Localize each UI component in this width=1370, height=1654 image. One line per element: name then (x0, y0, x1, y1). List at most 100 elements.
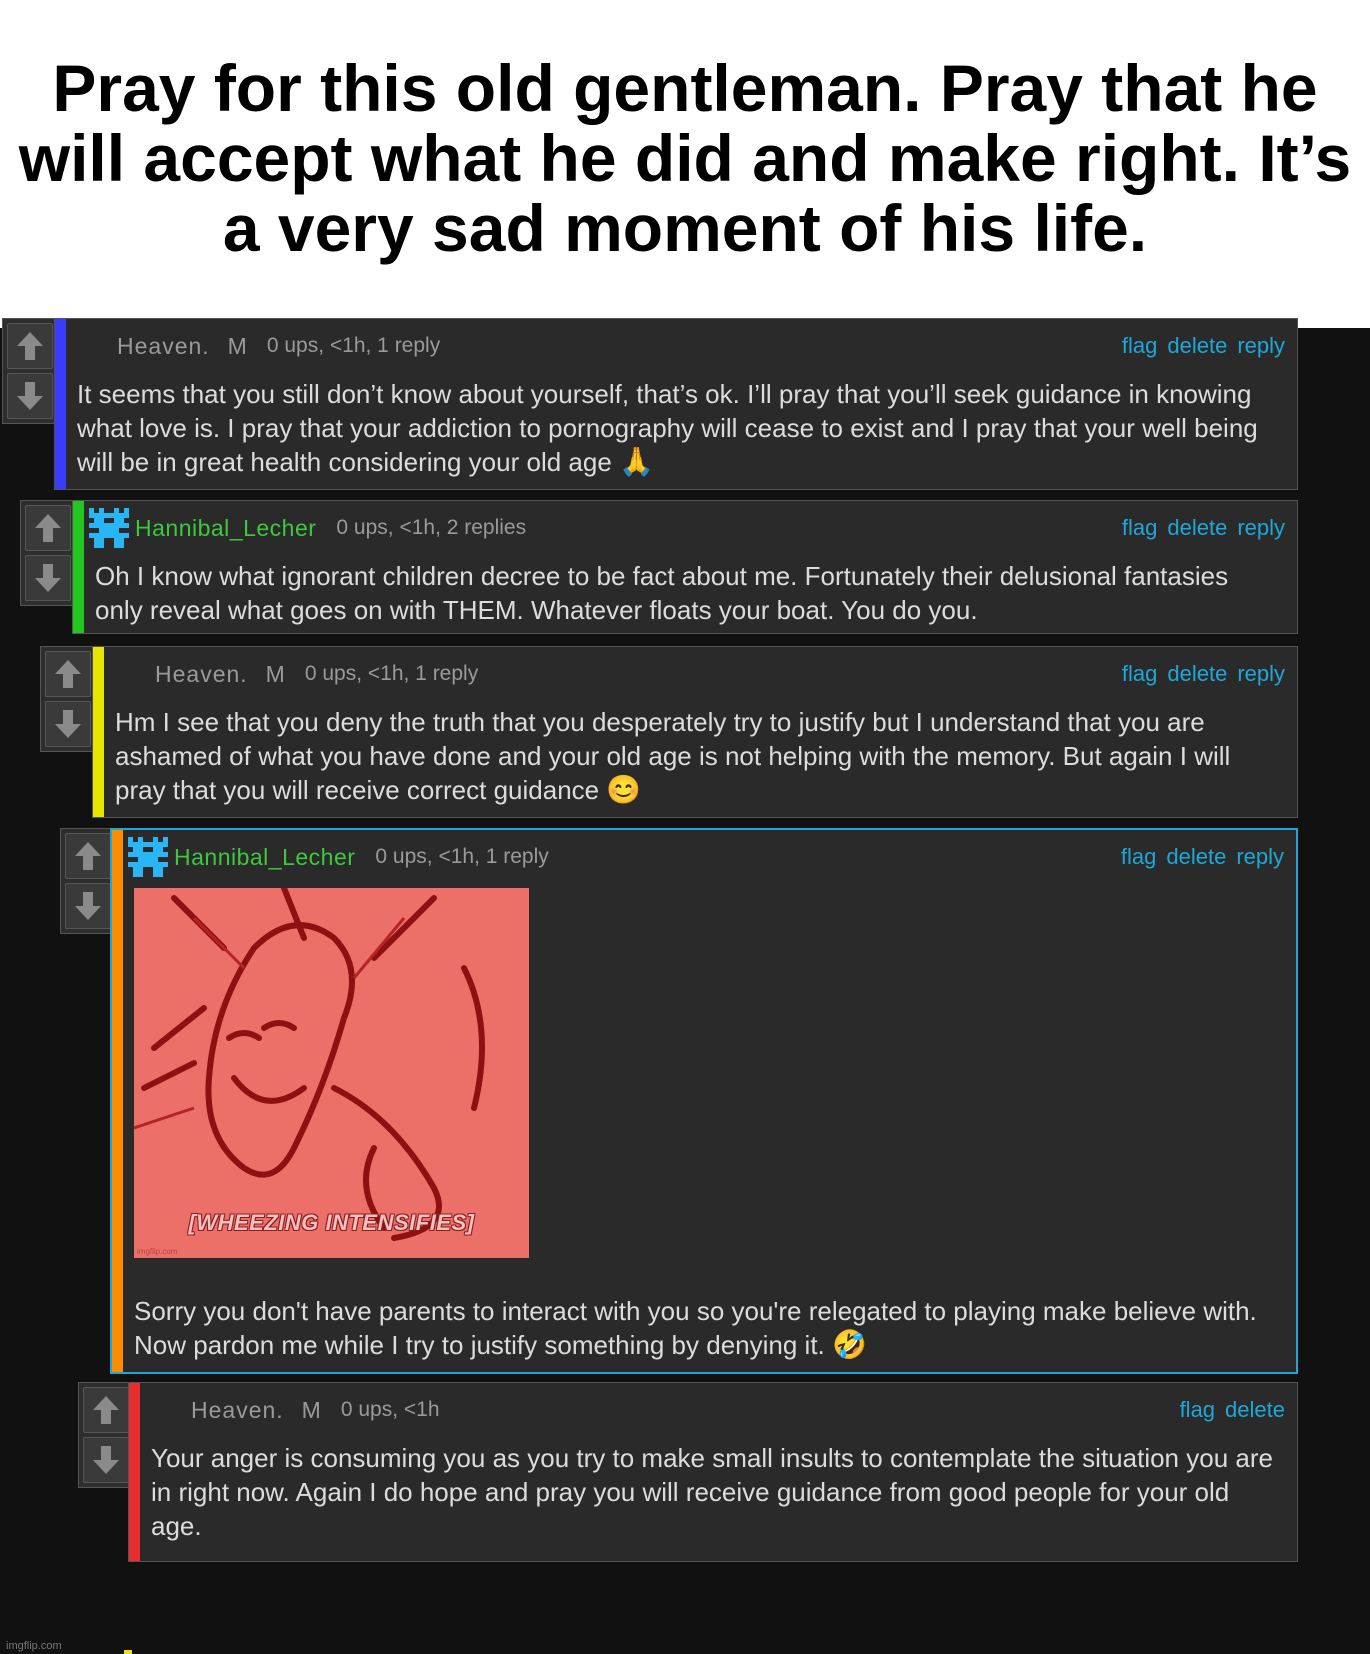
comment-body: Hm I see that you deny the truth that yo… (115, 707, 1231, 805)
comment-box: Heaven. M 0 ups, <1h, 1 reply flag delet… (92, 646, 1298, 818)
vote-controls (20, 500, 76, 606)
comment-meta: 0 ups, <1h, 1 reply (266, 334, 441, 357)
thread-depth-bar (73, 501, 84, 633)
flag-link[interactable]: flag (1121, 844, 1156, 870)
pixel-avatar-icon[interactable] (89, 508, 129, 548)
comment-text: It seems that you still don’t know about… (77, 377, 1281, 479)
reply-link[interactable]: reply (1237, 333, 1285, 359)
comment-body: Oh I know what ignorant children decree … (95, 561, 1229, 625)
username[interactable]: Heaven. (155, 661, 248, 688)
arrow-up-icon (93, 1396, 119, 1424)
upvote-button[interactable] (83, 1387, 129, 1433)
upvote-button[interactable] (7, 323, 53, 369)
downvote-button[interactable] (65, 883, 111, 929)
meme-image-watermark: imgflip.com (137, 1247, 178, 1256)
delete-link[interactable]: delete (1166, 844, 1226, 870)
arrow-down-icon (17, 382, 43, 410)
meme-image[interactable]: [WHEEZING INTENSIFIES] imgflip.com (134, 888, 529, 1258)
vote-controls (60, 828, 116, 934)
upvote-button[interactable] (45, 651, 91, 697)
downvote-button[interactable] (7, 373, 53, 419)
praying-hands-icon: 🙏 (619, 446, 654, 477)
next-comment-depth-bar (124, 1650, 132, 1654)
downvote-button[interactable] (83, 1437, 129, 1483)
arrow-up-icon (35, 514, 61, 542)
comment-actions: flag delete reply (1122, 515, 1285, 541)
comment-actions: flag delete reply (1122, 661, 1285, 687)
flag-link[interactable]: flag (1122, 661, 1157, 687)
comment-1: Heaven. M 0 ups, <1h, 1 reply flag delet… (2, 318, 1298, 490)
meme-caption-area: Pray for this old gentleman. Pray that h… (0, 0, 1370, 330)
comment-meta: 0 ups, <1h, 1 reply (375, 845, 549, 868)
smiling-face-icon: 😊 (606, 774, 642, 805)
arrow-down-icon (93, 1446, 119, 1474)
comment-text: Hm I see that you deny the truth that yo… (115, 705, 1281, 807)
comment-box: Heaven. M 0 ups, <1h, 1 reply flag delet… (54, 318, 1298, 490)
downvote-button[interactable] (45, 701, 91, 747)
comment-text: Your anger is consuming you as you try t… (151, 1441, 1281, 1543)
vote-controls (2, 318, 58, 424)
comment-box: Heaven. M 0 ups, <1h flag delete Your an… (128, 1382, 1298, 1562)
comment-thread: Heaven. M 0 ups, <1h, 1 reply flag delet… (0, 318, 1370, 1654)
rolling-laughing-icon: 🤣 (832, 1329, 867, 1360)
username[interactable]: Heaven. (117, 333, 210, 360)
comment-box-selected: Hannibal_Lecher 0 ups, <1h, 1 reply flag… (110, 828, 1298, 1374)
comment-body: It seems that you still don’t know about… (77, 379, 1258, 477)
thread-depth-bar (93, 647, 104, 817)
comment-actions: flag delete reply (1122, 333, 1285, 359)
arrow-down-icon (35, 564, 61, 592)
comment-meta: 0 ups, <1h, 2 replies (336, 516, 527, 539)
arrow-up-icon (17, 332, 43, 360)
comment-meta: 0 ups, <1h (340, 1398, 440, 1421)
comment-header: Hannibal_Lecher 0 ups, <1h, 1 reply flag… (128, 837, 1284, 877)
comment-5: Heaven. M 0 ups, <1h flag delete Your an… (78, 1382, 1298, 1562)
comment-meta: 0 ups, <1h, 1 reply (304, 662, 479, 685)
delete-link[interactable]: delete (1167, 515, 1227, 541)
comment-2: Hannibal_Lecher 0 ups, <1h, 2 replies fl… (20, 500, 1298, 634)
meme-image-caption: [WHEEZING INTENSIFIES] (188, 1210, 475, 1235)
comment-text: Sorry you don't have parents to interact… (134, 1294, 1280, 1362)
comment-body: Your anger is consuming you as you try t… (151, 1443, 1273, 1541)
comment-header: Heaven. M 0 ups, <1h, 1 reply flag delet… (77, 331, 1285, 361)
arrow-up-icon (55, 660, 81, 688)
comment-header: Heaven. M 0 ups, <1h flag delete (151, 1395, 1285, 1425)
flag-link[interactable]: flag (1180, 1397, 1215, 1423)
thread-depth-bar (129, 1383, 140, 1561)
thread-depth-bar (112, 830, 123, 1372)
comment-actions: flag delete (1180, 1397, 1285, 1423)
comment-text: Oh I know what ignorant children decree … (95, 559, 1281, 627)
comment-header: Hannibal_Lecher 0 ups, <1h, 2 replies fl… (89, 508, 1285, 548)
vote-controls (78, 1382, 134, 1488)
upvote-button[interactable] (25, 505, 71, 551)
comment-header: Heaven. M 0 ups, <1h, 1 reply flag delet… (115, 659, 1285, 689)
arrow-down-icon (75, 892, 101, 920)
reply-link[interactable]: reply (1237, 515, 1285, 541)
reply-link[interactable]: reply (1236, 844, 1284, 870)
comment-actions: flag delete reply (1121, 844, 1284, 870)
arrow-down-icon (55, 710, 81, 738)
comment-box: Hannibal_Lecher 0 ups, <1h, 2 replies fl… (72, 500, 1298, 634)
gender-label: M (265, 660, 285, 687)
username[interactable]: Hannibal_Lecher (135, 515, 316, 542)
username[interactable]: Heaven. (191, 1397, 284, 1424)
delete-link[interactable]: delete (1167, 333, 1227, 359)
delete-link[interactable]: delete (1167, 661, 1227, 687)
flag-link[interactable]: flag (1122, 515, 1157, 541)
upvote-button[interactable] (65, 833, 111, 879)
flag-link[interactable]: flag (1122, 333, 1157, 359)
comment-3: Heaven. M 0 ups, <1h, 1 reply flag delet… (40, 646, 1298, 818)
comment-body: Sorry you don't have parents to interact… (134, 1296, 1257, 1360)
reply-link[interactable]: reply (1237, 661, 1285, 687)
meme-caption-text: Pray for this old gentleman. Pray that h… (18, 51, 1352, 265)
delete-link[interactable]: delete (1225, 1397, 1285, 1423)
pixel-avatar-icon[interactable] (128, 837, 168, 877)
vote-controls (40, 646, 96, 752)
comment-4: Hannibal_Lecher 0 ups, <1h, 1 reply flag… (60, 828, 1298, 1374)
gender-label: M (227, 332, 247, 359)
username[interactable]: Hannibal_Lecher (174, 844, 355, 871)
arrow-up-icon (75, 842, 101, 870)
imgflip-watermark: imgflip.com (6, 1640, 62, 1652)
downvote-button[interactable] (25, 555, 71, 601)
gender-label: M (301, 1396, 321, 1423)
wheezing-face-drawing (134, 888, 485, 1241)
